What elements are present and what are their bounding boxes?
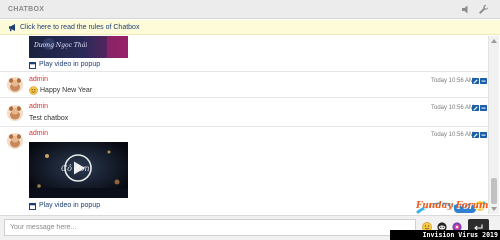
- video-thumbnail[interactable]: Cô đơn: [29, 142, 128, 198]
- chat-message: admin Today 10:56 AM Happy New Year: [0, 73, 488, 98]
- rules-bar[interactable]: Click here to read the rules of Chatbox: [0, 20, 500, 35]
- scroll-down-icon[interactable]: [491, 207, 497, 211]
- chat-message: Dương Ngọc Thái Play video in popup: [0, 36, 488, 72]
- message-author[interactable]: admin: [29, 76, 48, 83]
- message-text: Test chatbox: [29, 115, 69, 122]
- avatar[interactable]: [7, 133, 23, 149]
- message-scrollbar[interactable]: [488, 36, 499, 214]
- delete-icon[interactable]: [480, 78, 487, 84]
- message-time: Today 10:56 AM: [431, 105, 475, 111]
- scrollbar-thumb[interactable]: [491, 178, 497, 204]
- message-author[interactable]: admin: [29, 103, 48, 110]
- chatbox-header: CHATBOX: [0, 0, 500, 19]
- chatbox-title: CHATBOX: [8, 6, 45, 13]
- video-thumbnail-caption: Cô đơn: [61, 164, 90, 173]
- wrench-icon[interactable]: [478, 4, 489, 15]
- scroll-up-icon[interactable]: [491, 39, 497, 43]
- avatar[interactable]: [7, 77, 23, 93]
- rules-link[interactable]: Click here to read the rules of Chatbox: [20, 24, 139, 31]
- edit-icon[interactable]: [472, 105, 479, 111]
- message-text: Happy New Year: [40, 87, 93, 94]
- logo-text: Funday Forum: [416, 201, 489, 211]
- chat-message: admin Today 10:56 AM Test chatbox: [0, 99, 488, 127]
- message-list[interactable]: Dương Ngọc Thái Play video in popup admi…: [0, 36, 488, 214]
- edit-icon[interactable]: [472, 132, 479, 138]
- avatar[interactable]: [7, 105, 23, 121]
- edit-icon[interactable]: [472, 78, 479, 84]
- speaker-icon[interactable]: [461, 4, 472, 15]
- video-thumbnail[interactable]: Dương Ngọc Thái: [29, 36, 128, 58]
- message-author[interactable]: admin: [29, 130, 48, 137]
- play-video-label[interactable]: Play video in popup: [39, 61, 100, 68]
- window-icon: [29, 62, 36, 69]
- message-time: Today 10:56 AM: [431, 132, 475, 138]
- play-video-label[interactable]: Play video in popup: [39, 202, 100, 209]
- watermark: Invision Virus 2019: [390, 230, 500, 240]
- video-thumbnail-caption: Dương Ngọc Thái: [34, 42, 88, 49]
- message-time: Today 10:56 AM: [431, 78, 475, 84]
- delete-icon[interactable]: [480, 105, 487, 111]
- delete-icon[interactable]: [480, 132, 487, 138]
- megaphone-icon: [8, 23, 17, 32]
- smiley-icon: [29, 86, 38, 95]
- message-input[interactable]: [4, 219, 416, 236]
- window-icon: [29, 203, 36, 210]
